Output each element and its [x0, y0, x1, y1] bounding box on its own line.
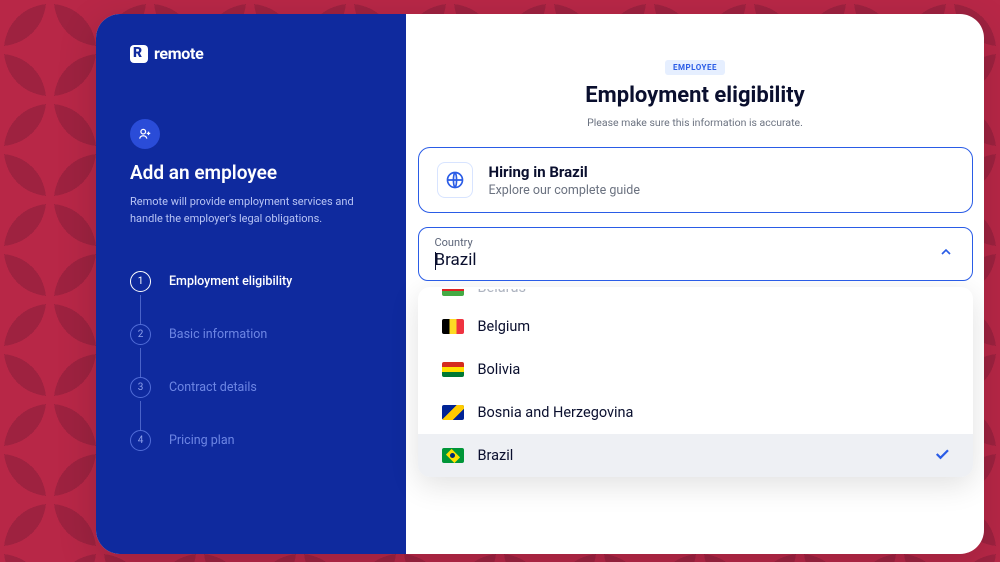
country-select[interactable]: Country Brazil [418, 227, 973, 281]
flag-icon [442, 405, 464, 420]
option-label: Belarus [478, 289, 527, 296]
sidebar-description: Remote will provide employment services … [130, 194, 372, 227]
step-label: Pricing plan [169, 433, 235, 448]
step-number: 3 [130, 377, 151, 398]
guide-text: Hiring in Brazil Explore our complete gu… [489, 163, 640, 198]
guide-subtitle: Explore our complete guide [489, 183, 640, 198]
hiring-guide-card[interactable]: Hiring in Brazil Explore our complete gu… [418, 147, 973, 213]
sidebar: remote Add an employee Remote will provi… [96, 14, 406, 554]
flag-icon [442, 289, 464, 296]
option-label: Bolivia [478, 361, 521, 378]
step-employment-eligibility[interactable]: 1 Employment eligibility [130, 271, 372, 292]
option-label: Belgium [478, 318, 531, 335]
country-label: Country [435, 236, 956, 249]
check-icon [933, 445, 951, 467]
flag-icon [442, 448, 464, 463]
step-basic-information[interactable]: 2 Basic information [130, 324, 372, 345]
page-subtitle: Please make sure this information is acc… [406, 116, 984, 129]
step-label: Employment eligibility [169, 274, 292, 289]
steps-list: 1 Employment eligibility 2 Basic informa… [130, 271, 372, 451]
sidebar-title: Add an employee [130, 161, 372, 184]
flag-icon [442, 319, 464, 334]
app-window: remote Add an employee Remote will provi… [96, 14, 984, 554]
globe-icon [437, 162, 473, 198]
option-label: Bosnia and Herzegovina [478, 404, 634, 421]
logo-text: remote [154, 44, 204, 63]
logo[interactable]: remote [130, 44, 372, 63]
employee-badge: EMPLOYEE [665, 60, 725, 75]
country-option-bolivia[interactable]: Bolivia [418, 348, 973, 391]
step-label: Contract details [169, 380, 257, 395]
page-title: Employment eligibility [406, 83, 984, 108]
logo-icon [130, 45, 148, 63]
step-contract-details[interactable]: 3 Contract details [130, 377, 372, 398]
step-number: 4 [130, 430, 151, 451]
country-option-belgium[interactable]: Belgium [418, 305, 973, 348]
step-pricing-plan[interactable]: 4 Pricing plan [130, 430, 372, 451]
add-employee-icon [130, 119, 160, 149]
country-option-belarus[interactable]: Belarus [418, 289, 973, 305]
flag-icon [442, 362, 464, 377]
option-label: Brazil [478, 447, 514, 464]
country-option-bosnia[interactable]: Bosnia and Herzegovina [418, 391, 973, 434]
country-option-brazil[interactable]: Brazil [418, 434, 973, 477]
country-dropdown: Belarus Belgium Bolivia Bosnia and Herze… [418, 287, 973, 477]
country-input-value: Brazil [435, 250, 956, 270]
main-content: EMPLOYEE Employment eligibility Please m… [406, 14, 984, 554]
step-number: 2 [130, 324, 151, 345]
guide-title: Hiring in Brazil [489, 163, 640, 181]
step-number: 1 [130, 271, 151, 292]
chevron-up-icon [938, 244, 954, 264]
step-label: Basic information [169, 327, 267, 342]
